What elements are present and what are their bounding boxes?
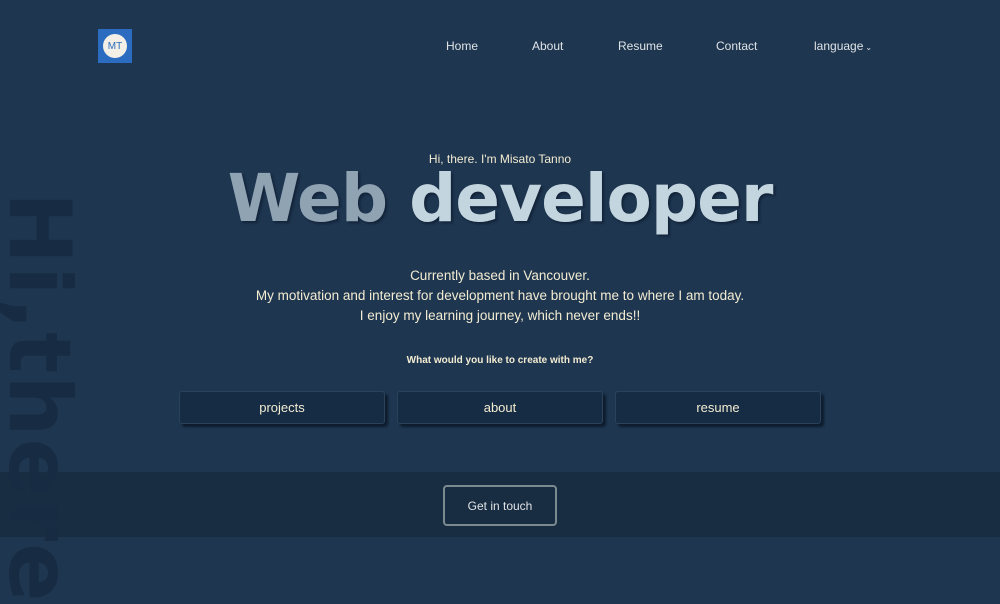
nav-home[interactable]: Home: [446, 39, 478, 53]
nav-about[interactable]: About: [532, 39, 563, 53]
get-in-touch-button[interactable]: Get in touch: [443, 485, 557, 526]
title-word-developer: developer: [409, 160, 773, 237]
intro-line: I enjoy my learning journey, which never…: [359, 308, 641, 323]
language-label: language: [814, 39, 864, 53]
chevron-down-icon: ⌄: [865, 43, 873, 52]
decorative-side-text: Hi,there: [0, 192, 89, 604]
about-button[interactable]: about: [397, 391, 603, 424]
question: What would you like to create with me?: [406, 355, 594, 366]
nav-resume[interactable]: Resume: [618, 39, 663, 53]
logo[interactable]: MT: [98, 29, 132, 63]
nav-contact[interactable]: Contact: [716, 39, 757, 53]
intro-line: Currently based in Vancouver.: [410, 268, 590, 283]
logo-initials: MT: [103, 34, 127, 58]
projects-button[interactable]: projects: [179, 391, 385, 424]
resume-button[interactable]: resume: [615, 391, 821, 424]
language-dropdown[interactable]: language ⌄: [814, 39, 872, 53]
intro-line: My motivation and interest for developme…: [255, 288, 745, 303]
page-title: Web developer: [0, 160, 1000, 237]
intro-text: Currently based in Vancouver. My motivat…: [0, 266, 1000, 326]
title-word-web: Web: [227, 160, 388, 237]
